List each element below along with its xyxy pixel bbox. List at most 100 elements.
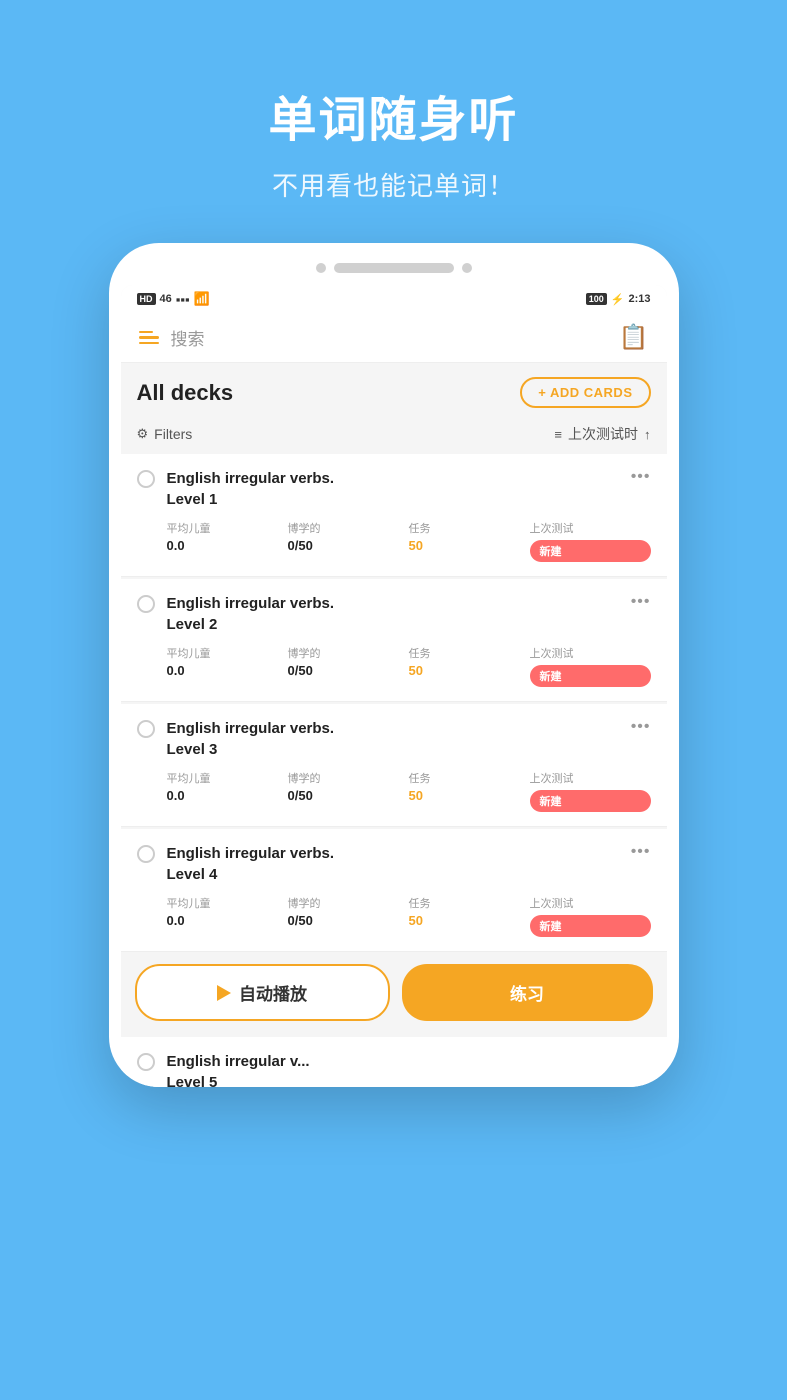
deck-name-5: English irregular v...Level 5 <box>167 1051 310 1087</box>
autoplay-label: 自动播放 <box>239 980 307 1005</box>
deck-card-3[interactable]: English irregular verbs.Level 3 ••• 平均儿童… <box>121 704 667 827</box>
lasttest-badge-1: 新建 <box>530 540 651 562</box>
deck-name-2: English irregular verbs.Level 2 <box>167 593 335 635</box>
hamburger-line-2 <box>139 336 159 339</box>
deck-checkbox-5[interactable] <box>137 1053 155 1071</box>
avg-value-3: 0.0 <box>167 788 288 803</box>
deck-card-2[interactable]: English irregular verbs.Level 2 ••• 平均儿童… <box>121 579 667 702</box>
deck-more-button-1[interactable]: ••• <box>631 468 651 486</box>
phone-mockup: HD 46 ▪▪▪ 📶 100 ⚡ 2:13 搜索 <box>109 243 679 1087</box>
wifi-icon: 📶 <box>194 291 210 307</box>
lasttest-badge-4: 新建 <box>530 915 651 937</box>
status-left: HD 46 ▪▪▪ 📶 <box>137 291 210 307</box>
phone-dot-left <box>316 263 326 273</box>
stat-avg-4: 平均儿童 0.0 <box>167 895 288 928</box>
stat-lasttest-2: 上次测试 新建 <box>530 645 651 687</box>
phone-top-bar <box>121 263 667 285</box>
stat-learned-1: 博学的 0/50 <box>288 520 409 553</box>
deck-stats-3: 平均儿童 0.0 博学的 0/50 任务 50 上次测试 新建 <box>137 770 651 812</box>
stat-task-3: 任务 50 <box>409 770 530 803</box>
phone-dot-right <box>462 263 472 273</box>
deck-more-button-4[interactable]: ••• <box>631 843 651 861</box>
filter-icon: ⚙ <box>137 426 149 442</box>
stat-avg-3: 平均儿童 0.0 <box>167 770 288 803</box>
time-display: 2:13 <box>628 293 650 305</box>
hamburger-icon[interactable] <box>139 331 159 345</box>
hero-section: 单词随身听 不用看也能记单词！ <box>268 0 518 243</box>
stat-lasttest-1: 上次测试 新建 <box>530 520 651 562</box>
bottom-buttons: 自动播放 练习 <box>121 954 667 1037</box>
deck-checkbox-3[interactable] <box>137 720 155 738</box>
lasttest-label-1: 上次测试 <box>530 520 651 536</box>
stat-lasttest-4: 上次测试 新建 <box>530 895 651 937</box>
signal-bars-icon: ▪▪▪ <box>176 292 190 307</box>
bolt-icon: ⚡ <box>611 293 625 306</box>
status-right: 100 ⚡ 2:13 <box>586 293 651 306</box>
practice-button[interactable]: 练习 <box>402 964 653 1021</box>
deck-more-button-2[interactable]: ••• <box>631 593 651 611</box>
deck-name-3: English irregular verbs.Level 3 <box>167 718 335 760</box>
task-value-4: 50 <box>409 913 530 928</box>
task-label-4: 任务 <box>409 895 530 911</box>
phone-pill <box>334 263 454 273</box>
filters-label: Filters <box>154 426 192 442</box>
stat-lasttest-3: 上次测试 新建 <box>530 770 651 812</box>
deck-stats-2: 平均儿童 0.0 博学的 0/50 任务 50 上次测试 新建 <box>137 645 651 687</box>
add-cards-button[interactable]: + ADD CARDS <box>520 377 650 408</box>
sort-label: 上次测试时 <box>568 424 638 444</box>
avg-value-2: 0.0 <box>167 663 288 678</box>
deck-card-4[interactable]: English irregular verbs.Level 4 ••• 平均儿童… <box>121 829 667 952</box>
deck-checkbox-2[interactable] <box>137 595 155 613</box>
nav-left: 搜索 <box>139 325 205 350</box>
filters-section[interactable]: ⚙ Filters <box>137 426 193 442</box>
task-value-1: 50 <box>409 538 530 553</box>
sort-section[interactable]: ≡ 上次测试时 ↑ <box>554 424 650 444</box>
deck-card-5-partial: English irregular v...Level 5 <box>121 1037 667 1087</box>
play-icon <box>217 985 231 1001</box>
status-bar: HD 46 ▪▪▪ 📶 100 ⚡ 2:13 <box>121 285 667 313</box>
stat-task-2: 任务 50 <box>409 645 530 678</box>
task-value-3: 50 <box>409 788 530 803</box>
decks-header: All decks + ADD CARDS <box>121 363 667 418</box>
deck-stats-4: 平均儿童 0.0 博学的 0/50 任务 50 上次测试 新建 <box>137 895 651 937</box>
search-label: 搜索 <box>171 325 205 350</box>
deck-more-button-3[interactable]: ••• <box>631 718 651 736</box>
avg-value-4: 0.0 <box>167 913 288 928</box>
signal-indicator: 46 <box>160 293 172 305</box>
avg-label-3: 平均儿童 <box>167 770 288 786</box>
learned-value-1: 0/50 <box>288 538 409 553</box>
stat-learned-2: 博学的 0/50 <box>288 645 409 678</box>
clipboard-icon[interactable]: 📋 <box>619 323 649 352</box>
task-label-2: 任务 <box>409 645 530 661</box>
autoplay-button[interactable]: 自动播放 <box>135 964 390 1021</box>
hamburger-line-1 <box>139 331 153 334</box>
hero-title: 单词随身听 <box>268 80 518 150</box>
stat-task-4: 任务 50 <box>409 895 530 928</box>
avg-value-1: 0.0 <box>167 538 288 553</box>
phone-screen: HD 46 ▪▪▪ 📶 100 ⚡ 2:13 搜索 <box>121 285 667 1087</box>
hd-indicator: HD <box>137 293 156 305</box>
avg-label-1: 平均儿童 <box>167 520 288 536</box>
stat-avg-1: 平均儿童 0.0 <box>167 520 288 553</box>
deck-card-1[interactable]: English irregular verbs.Level 1 ••• 平均儿童… <box>121 454 667 577</box>
stat-avg-2: 平均儿童 0.0 <box>167 645 288 678</box>
deck-stats-1: 平均儿童 0.0 博学的 0/50 任务 50 上次测试 新建 <box>137 520 651 562</box>
hero-subtitle: 不用看也能记单词！ <box>272 166 515 203</box>
lasttest-label-4: 上次测试 <box>530 895 651 911</box>
battery-icon: 100 <box>586 293 607 305</box>
stat-task-1: 任务 50 <box>409 520 530 553</box>
deck-name-4: English irregular verbs.Level 4 <box>167 843 335 885</box>
decks-title: All decks <box>137 380 234 406</box>
stat-learned-4: 博学的 0/50 <box>288 895 409 928</box>
task-label-1: 任务 <box>409 520 530 536</box>
lasttest-badge-3: 新建 <box>530 790 651 812</box>
learned-label-1: 博学的 <box>288 520 409 536</box>
learned-value-2: 0/50 <box>288 663 409 678</box>
hamburger-line-3 <box>139 342 159 345</box>
sort-arrow-icon: ↑ <box>644 427 651 442</box>
learned-label-3: 博学的 <box>288 770 409 786</box>
deck-checkbox-4[interactable] <box>137 845 155 863</box>
deck-checkbox-1[interactable] <box>137 470 155 488</box>
sort-icon: ≡ <box>554 427 562 442</box>
learned-value-4: 0/50 <box>288 913 409 928</box>
